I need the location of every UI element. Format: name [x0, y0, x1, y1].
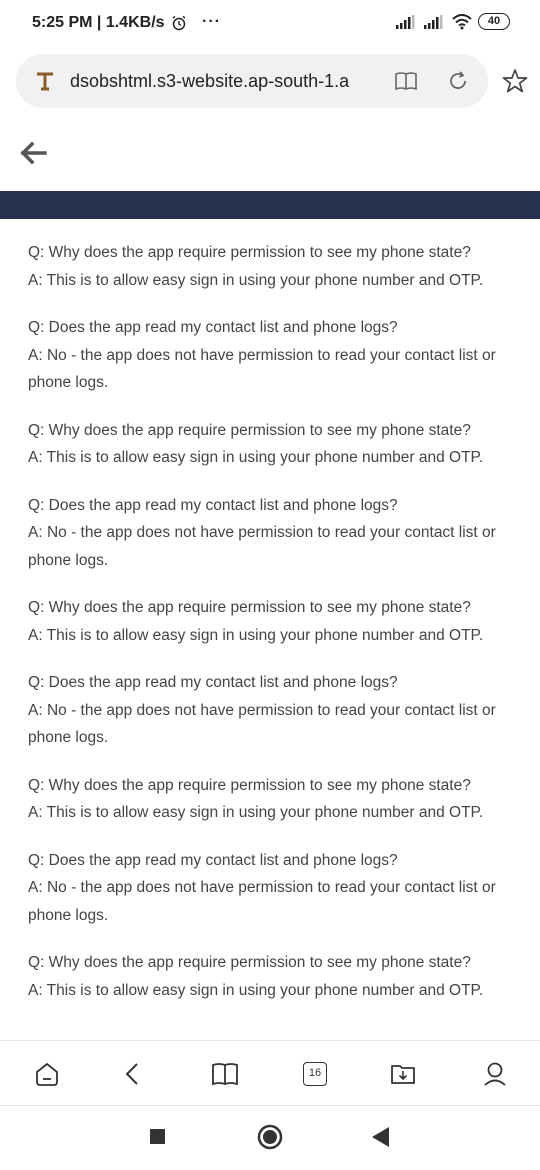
status-right: 40: [396, 13, 510, 30]
faq-question: Q: Why does the app require permission t…: [28, 244, 471, 261]
star-icon[interactable]: [502, 68, 528, 94]
status-left: 5:25 PM | 1.4KB/s: [32, 14, 187, 32]
bookmarks-button[interactable]: [210, 1059, 240, 1089]
system-home-button[interactable]: [257, 1124, 283, 1155]
profile-icon: [484, 1062, 506, 1086]
recents-icon: [150, 1129, 165, 1144]
faq-question: Q: Why does the app require permission t…: [28, 954, 471, 971]
faq-answer: A: This is to allow easy sign in using y…: [28, 626, 484, 644]
page-header-band: [0, 191, 540, 219]
faq-list: Q: Why does the app require permission t…: [28, 239, 508, 1024]
home-button[interactable]: [32, 1059, 62, 1089]
back-icon: [125, 1063, 138, 1085]
faq-item: Q: Does the app read my contact list and…: [28, 669, 508, 752]
tabs-icon: 16: [303, 1062, 327, 1086]
faq-question: Q: Why does the app require permission t…: [28, 421, 471, 439]
profile-button[interactable]: [480, 1059, 510, 1089]
faq-item: Q: Why does the app require permission t…: [28, 772, 508, 827]
faq-question: Q: Does the app read my contact list and…: [28, 674, 398, 691]
faq-item: Q: Why does the app require permission t…: [28, 594, 508, 649]
downloads-button[interactable]: [388, 1059, 418, 1089]
address-bar[interactable]: dsobshtml.s3-website.ap-south-1.a: [16, 54, 488, 108]
wifi-icon: [452, 13, 472, 29]
back-button[interactable]: [118, 1059, 148, 1089]
faq-item: Q: Does the app read my contact list and…: [28, 492, 508, 575]
faq-question: Q: Does the app read my contact list and…: [28, 496, 398, 514]
faq-item: Q: Does the app read my contact list and…: [28, 847, 508, 930]
downloads-icon: [391, 1065, 415, 1084]
faq-answer: A: This is to allow easy sign in using y…: [28, 449, 484, 466]
faq-item: Q: Why does the app require permission t…: [28, 239, 508, 294]
faq-question: Q: Does the app read my contact list and…: [28, 319, 398, 336]
faq-question: Q: Does the app read my contact list and…: [28, 851, 398, 869]
home-icon: [36, 1063, 58, 1086]
refresh-icon[interactable]: [446, 69, 470, 93]
bookmarks-icon: [212, 1063, 238, 1086]
signal-icon: [396, 14, 415, 29]
status-more-indicator: ···: [202, 13, 221, 30]
faq-item: Q: Does the app read my contact list and…: [28, 314, 508, 397]
faq-answer: A: This is to allow easy sign in using y…: [28, 271, 484, 289]
status-time: 5:25 PM | 1.4KB/s: [32, 14, 165, 31]
back-arrow-icon[interactable]: [18, 138, 48, 168]
faq-answer: A: No - the app does not have permission…: [28, 524, 496, 569]
site-favicon-icon: [37, 72, 53, 91]
faq-answer: A: This is to allow easy sign in using y…: [28, 981, 484, 999]
faq-question: Q: Why does the app require permission t…: [28, 776, 471, 794]
system-back-button[interactable]: [372, 1127, 390, 1152]
status-bar: 5:25 PM | 1.4KB/s ··· 40: [0, 0, 540, 48]
browser-bottom-nav: 16: [0, 1040, 540, 1106]
faq-item: Q: Why does the app require permission t…: [28, 417, 508, 472]
faq-answer: A: This is to allow easy sign in using y…: [28, 804, 484, 821]
battery-icon: 40: [478, 13, 510, 30]
faq-item: Q: Why does the app require permission t…: [28, 949, 508, 1004]
alarm-icon: [172, 15, 185, 31]
reader-mode-icon[interactable]: [394, 69, 418, 93]
url-text[interactable]: dsobshtml.s3-website.ap-south-1.a: [70, 71, 382, 92]
signal-icon: [424, 14, 443, 29]
recents-button[interactable]: [150, 1129, 165, 1149]
faq-answer: A: No - the app does not have permission…: [28, 879, 496, 924]
faq-answer: A: No - the app does not have permission…: [28, 701, 496, 747]
back-triangle-icon: [372, 1127, 389, 1147]
system-nav: [0, 1107, 540, 1170]
faq-question: Q: Why does the app require permission t…: [28, 599, 471, 616]
faq-answer: A: No - the app does not have permission…: [28, 346, 496, 392]
home-circle-icon: [257, 1124, 283, 1150]
tabs-button[interactable]: 16: [300, 1059, 330, 1089]
